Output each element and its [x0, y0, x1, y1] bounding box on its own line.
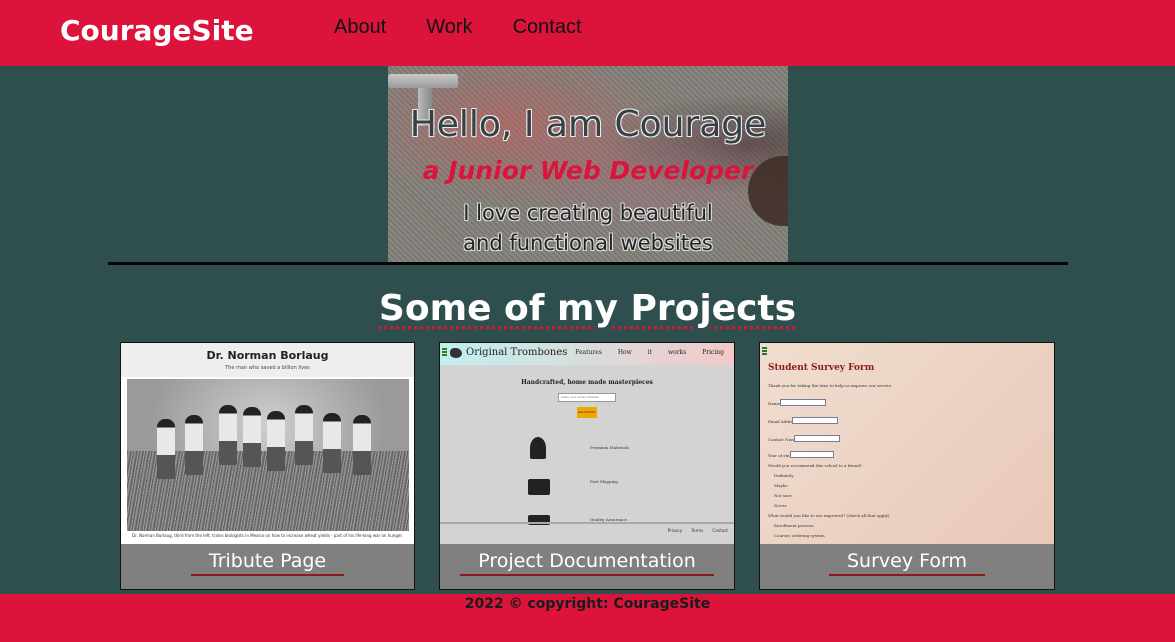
thumb-option: Definitely: [774, 473, 794, 478]
nav-link-about[interactable]: About: [334, 16, 386, 39]
menu-icon: [442, 348, 447, 356]
thumb-field-input: [794, 435, 840, 442]
thumb-logo: Original Trombones: [466, 347, 568, 358]
thumb-field-select: [790, 451, 834, 458]
person-figure: [219, 405, 237, 465]
person-figure: [267, 411, 285, 471]
project-card-tribute[interactable]: Dr. Norman Borlaug The man who saved a b…: [120, 342, 415, 590]
thumb-input-placeholder: enter your email address: [561, 395, 599, 399]
thumb-question: Would you recommend this school to a fri…: [768, 463, 863, 468]
thumb-feature-1: Premium Materials: [590, 445, 630, 450]
menu-icon: [762, 347, 767, 355]
hero-tagline-line1: I love creating beautiful: [463, 201, 713, 225]
thumb-get-started-button: Get Started: [577, 407, 597, 418]
project-caption-survey: Survey Form: [760, 544, 1054, 589]
hero-subtitle: a Junior Web Developer: [422, 156, 754, 185]
thumb-email-input: enter your email address: [558, 393, 616, 402]
projects-heading-text: Some of my Projects: [378, 288, 797, 329]
project-caption-documentation: Project Documentation: [440, 544, 734, 589]
hero-background-bar: [388, 74, 458, 88]
thumb-option: Not sure: [774, 493, 792, 498]
thumb-footer-links: Privacy Terms Contact: [667, 528, 728, 533]
thumb-feature-2: Fast Shipping: [590, 479, 618, 484]
hero-tagline-line2: and functional websites: [463, 231, 713, 255]
project-label-tribute[interactable]: Tribute Page: [190, 550, 345, 576]
footer-copyright: 2022 © copyright: CourageSite: [464, 596, 711, 612]
project-card-documentation[interactable]: Original Trombones Features How it works…: [439, 342, 735, 590]
thumb-button-label: Get Started: [578, 410, 596, 414]
person-figure: [243, 407, 261, 467]
project-thumbnail-documentation[interactable]: Original Trombones Features How it works…: [440, 343, 734, 544]
thumb-heading: Handcrafted, home made masterpieces: [521, 379, 653, 386]
nav-link-contact[interactable]: Contact: [513, 16, 582, 39]
thumb-option: Maybe: [774, 483, 788, 488]
brand-logo[interactable]: CourageSite: [60, 14, 254, 47]
project-card-survey[interactable]: Student Survey Form Thank you for taking…: [759, 342, 1055, 590]
thumb-question: What would you like to see improved? (ch…: [768, 513, 890, 518]
medal-icon: [530, 437, 546, 459]
nav-link-work[interactable]: Work: [426, 16, 472, 39]
thumb-option: Never: [774, 503, 787, 508]
project-thumbnail-survey[interactable]: Student Survey Form Thank you for taking…: [760, 343, 1054, 544]
project-label-documentation[interactable]: Project Documentation: [460, 550, 714, 576]
thumb-intro: Thank you for taking the time to help us…: [768, 383, 892, 388]
hero-title: Hello, I am Courage: [409, 104, 767, 145]
person-figure: [185, 415, 203, 475]
thumb-title: Dr. Norman Borlaug: [206, 349, 329, 362]
footer: 2022 © copyright: CourageSite: [0, 594, 1175, 642]
thumb-footer: Privacy Terms Contact: [440, 522, 734, 544]
person-figure: [323, 413, 341, 473]
thumb-field-input: [780, 399, 826, 406]
thumb-title: Student Survey Form: [768, 363, 875, 373]
tribute-photo: [127, 379, 409, 531]
projects-heading: Some of my Projects: [0, 288, 1175, 329]
thumb-header: Original Trombones Features How it works…: [440, 343, 734, 365]
thumb-header: Dr. Norman Borlaug The man who saved a b…: [121, 343, 414, 377]
hero-banner: Hello, I am Courage a Junior Web Develop…: [388, 66, 788, 263]
person-figure: [157, 419, 175, 479]
project-thumbnail-tribute[interactable]: Dr. Norman Borlaug The man who saved a b…: [121, 343, 414, 544]
thumb-field-input: [792, 417, 838, 424]
truck-icon: [528, 479, 550, 495]
person-figure: [353, 415, 371, 475]
navbar: CourageSite About Work Contact: [0, 0, 1175, 66]
nav-links: About Work Contact: [334, 16, 582, 39]
section-divider: [108, 262, 1068, 265]
thumb-check: Enrollment process: [774, 523, 814, 528]
project-caption-tribute: Tribute Page: [121, 544, 414, 589]
trombone-logo-icon: [450, 348, 462, 358]
project-label-survey[interactable]: Survey Form: [829, 550, 985, 576]
thumb-nav: Features How it works Pricing: [575, 349, 724, 356]
thumb-photo-caption: Dr. Norman Borlaug, third from the left,…: [132, 533, 403, 538]
thumb-check: Courses ordering system: [774, 533, 825, 538]
hero-tagline: I love creating beautiful and functional…: [388, 198, 788, 258]
thumb-subtitle: The man who saved a billion lives: [225, 365, 310, 371]
person-figure: [295, 405, 313, 465]
